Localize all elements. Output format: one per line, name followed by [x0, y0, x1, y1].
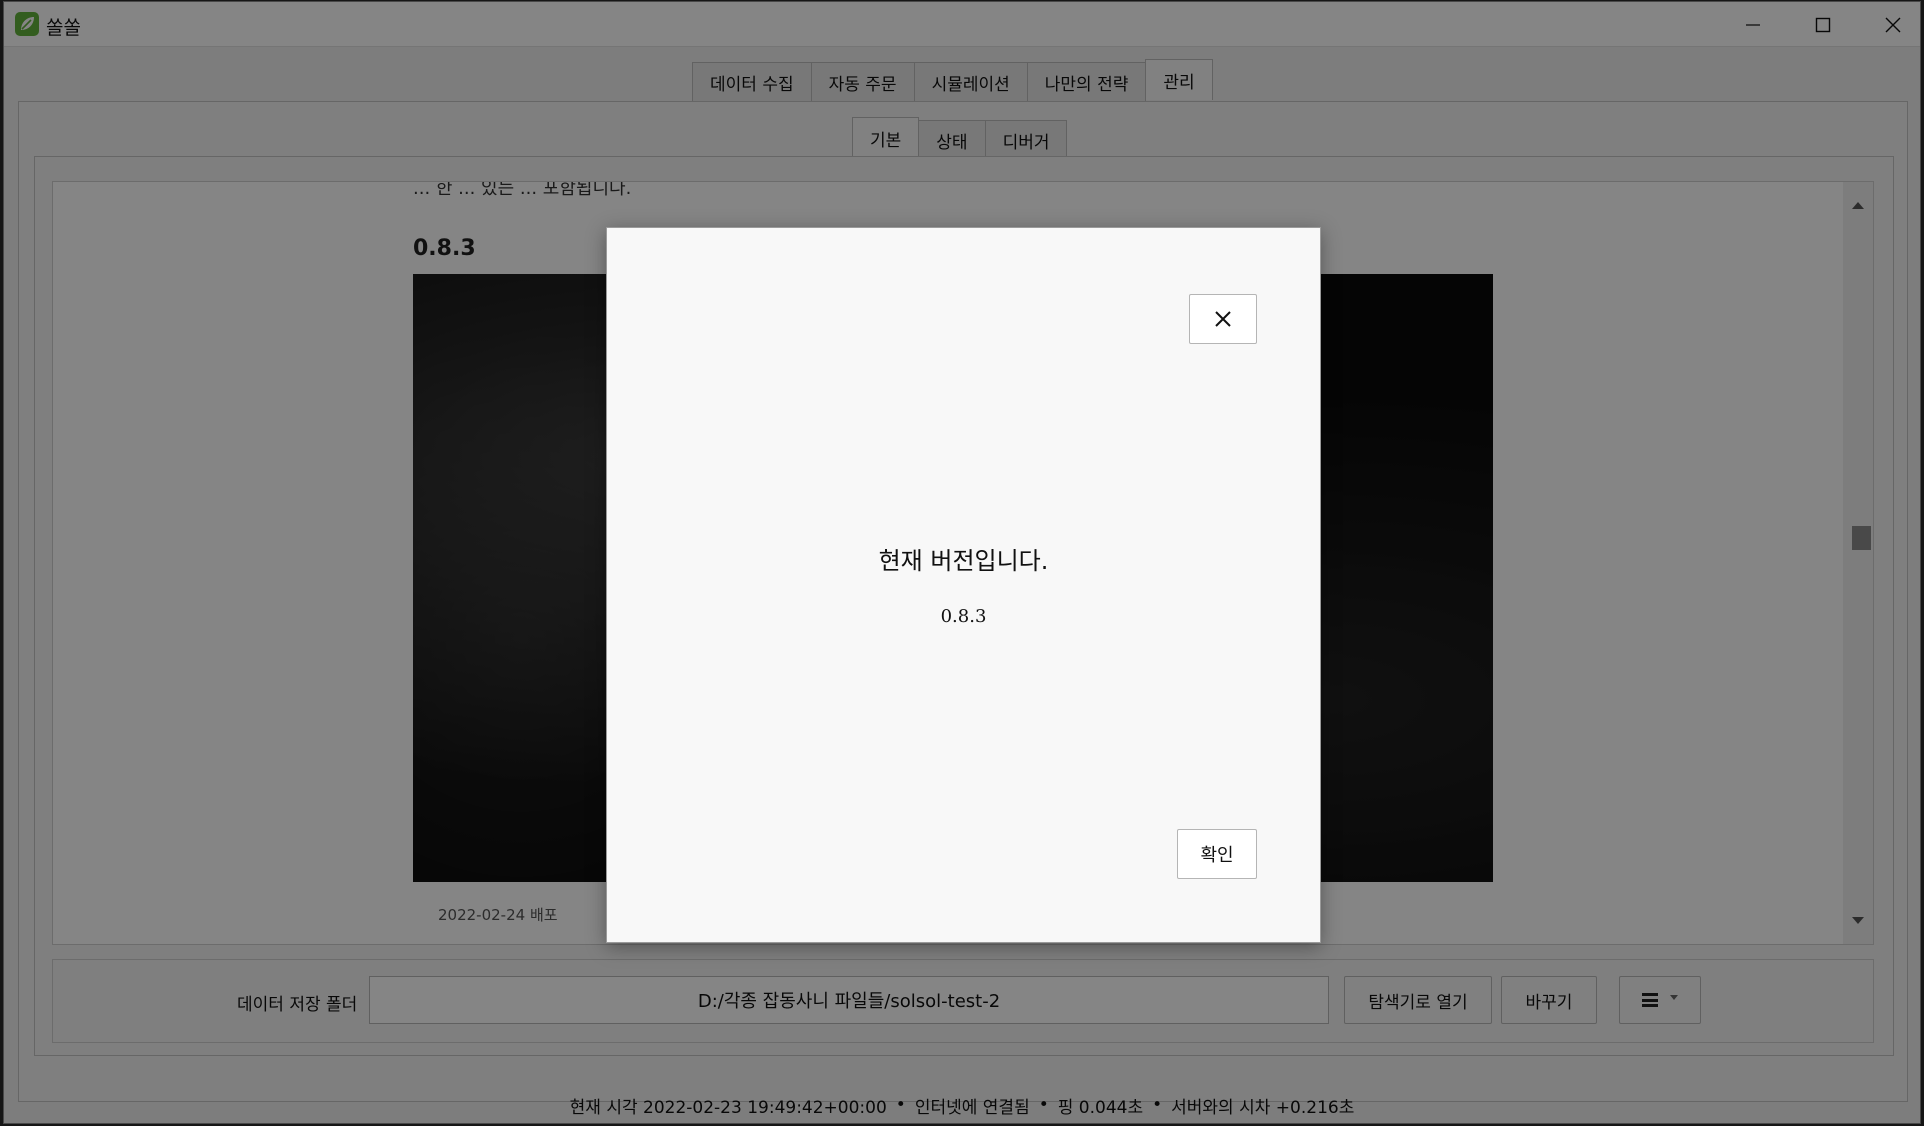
dialog-title: 현재 버전입니다.	[878, 547, 1049, 575]
dialog-ok-button[interactable]: 확인	[1177, 829, 1257, 879]
close-icon	[1215, 311, 1231, 327]
version-dialog: 현재 버전입니다. 0.8.3 확인	[606, 227, 1321, 943]
dialog-version: 0.8.3	[940, 606, 987, 627]
dialog-close-button[interactable]	[1189, 294, 1257, 344]
